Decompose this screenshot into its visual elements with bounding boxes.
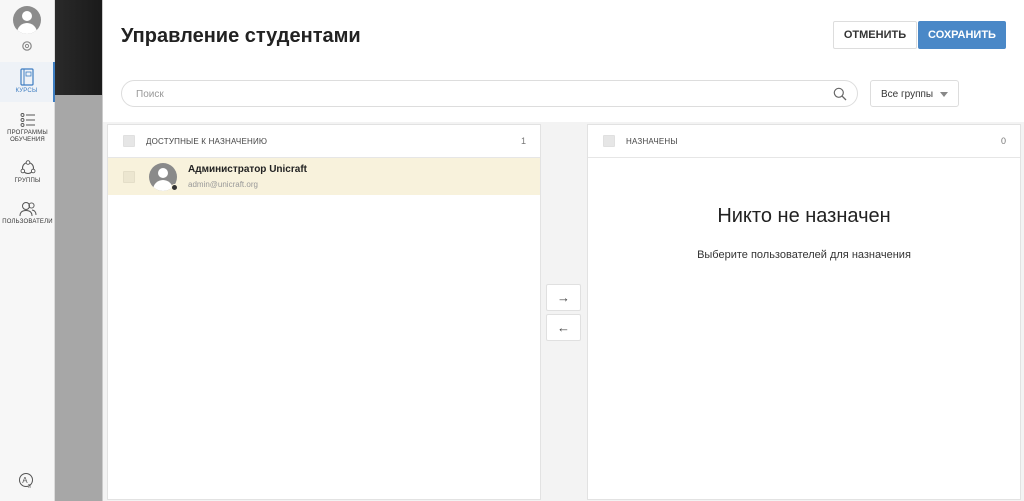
empty-state-title: Никто не назначен <box>717 205 891 227</box>
chevron-down-icon <box>940 92 948 97</box>
select-all-available-checkbox[interactable] <box>123 135 135 147</box>
user-name: Администратор Unicraft <box>188 164 307 175</box>
search-box <box>121 80 858 107</box>
assign-button[interactable]: → <box>546 284 581 311</box>
dark-banner <box>55 0 102 95</box>
sidebar-item-label: ПРОГРАММЫ ОБУЧЕНИЯ <box>7 130 48 143</box>
search-input[interactable] <box>136 86 816 102</box>
available-count: 1 <box>520 136 526 146</box>
sidebar-item-label: ПОЛЬЗОВАТЕЛИ <box>2 219 53 225</box>
available-panel-title: ДОСТУПНЫЕ К НАЗНАЧЕНИЮ <box>146 137 268 146</box>
status-dot-icon <box>171 184 178 191</box>
groups-icon <box>20 160 35 174</box>
unassign-button[interactable]: ← <box>546 314 581 341</box>
user-email: admin@unicraft.org <box>188 180 258 189</box>
background-strip <box>55 0 102 501</box>
sidebar-item-label: КУРСЫ <box>15 88 38 94</box>
empty-state-subtitle: Выберите пользователей для назначения <box>697 249 911 261</box>
users-icon <box>19 202 36 217</box>
assigned-panel-header: НАЗНАЧЕНЫ 0 <box>588 125 1020 158</box>
assigned-count: 0 <box>1000 136 1006 146</box>
assigned-panel-title: НАЗНАЧЕНЫ <box>626 137 678 146</box>
sidebar-item-label: ГРУППЫ <box>14 178 41 184</box>
side-nav: КУРСЫ ПРОГРАММЫ ОБУЧЕНИЯ ГРУППЫ ПОЛЬЗОВА… <box>0 0 55 501</box>
sidebar-item-groups[interactable]: ГРУППЫ <box>0 160 55 190</box>
main-content: Управление студентами ОТМЕНИТЬ СОХРАНИТЬ… <box>102 0 1024 501</box>
list-icon <box>20 113 35 127</box>
groups-select[interactable]: Все группы <box>870 80 959 107</box>
assigned-panel: НАЗНАЧЕНЫ 0 Никто не назначен Выберите п… <box>587 124 1021 500</box>
page-header: Управление студентами ОТМЕНИТЬ СОХРАНИТЬ… <box>103 0 1024 122</box>
cancel-button[interactable]: ОТМЕНИТЬ <box>833 21 917 49</box>
search-icon[interactable] <box>833 87 847 101</box>
user-checkbox[interactable] <box>123 171 135 183</box>
available-panel-header: ДОСТУПНЫЕ К НАЗНАЧЕНИЮ 1 <box>108 125 540 158</box>
language-icon[interactable]: Aa <box>18 472 36 490</box>
available-panel: ДОСТУПНЫЕ К НАЗНАЧЕНИЮ 1 Администратор U… <box>107 124 541 500</box>
save-button[interactable]: СОХРАНИТЬ <box>918 21 1006 49</box>
groups-select-value: Все группы <box>881 89 934 100</box>
book-icon <box>19 68 34 86</box>
user-avatar[interactable] <box>13 6 41 34</box>
page-title: Управление студентами <box>121 25 361 47</box>
sidebar-item-users[interactable]: ПОЛЬЗОВАТЕЛИ <box>0 201 55 231</box>
sidebar-item-programs[interactable]: ПРОГРАММЫ ОБУЧЕНИЯ <box>0 112 55 148</box>
gear-icon[interactable] <box>20 40 34 54</box>
list-item[interactable]: Администратор Unicraft admin@unicraft.or… <box>108 158 540 195</box>
select-all-assigned-checkbox[interactable] <box>603 135 615 147</box>
sidebar-item-courses[interactable]: КУРСЫ <box>0 62 55 102</box>
